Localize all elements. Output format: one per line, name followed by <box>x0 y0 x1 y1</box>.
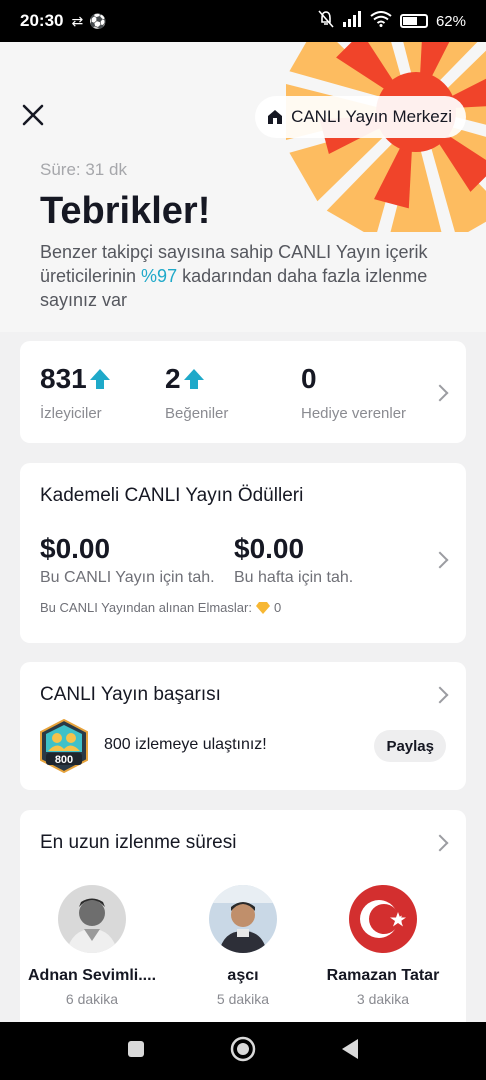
success-title: CANLI Yayın başarısı <box>40 684 221 705</box>
live-earnings-value: $0.00 <box>40 533 111 564</box>
arrow-up-icon <box>89 369 110 389</box>
notification-icon: ⇄ <box>71 12 84 29</box>
viewer-item[interactable]: Adnan Sevimli.... 6 dakika <box>17 885 167 1007</box>
stat-viewers: 831 İzleyiciler <box>40 363 111 422</box>
system-nav-bar <box>0 1022 486 1080</box>
avatar <box>209 885 277 953</box>
viewer-name: Ramazan Tatar <box>326 967 440 984</box>
viewer-name: Adnan Sevimli.... <box>27 967 157 984</box>
live-center-label: CANLI Yayın Merkezi <box>291 107 452 126</box>
battery-icon <box>399 14 428 28</box>
home-icon <box>268 110 283 124</box>
live-earnings-label: Bu CANLI Yayın için tah. <box>40 569 215 586</box>
diamonds-value: 0 <box>273 600 282 615</box>
back-button[interactable] <box>340 1038 360 1065</box>
viewer-duration: 6 dakika <box>65 991 119 1007</box>
arrow-up-icon <box>183 369 204 389</box>
circle-home-icon <box>230 1036 256 1061</box>
milestone-badge-icon: 800 <box>40 719 88 773</box>
avatar <box>58 885 126 953</box>
gifters-value: 0 <box>301 363 317 394</box>
wifi-icon <box>370 11 392 31</box>
diamond-icon <box>255 601 270 614</box>
live-duration: Süre: 31 dk <box>40 160 127 179</box>
close-button[interactable] <box>18 100 48 130</box>
summary-description: Benzer takipçi sayısına sahip CANLI Yayı… <box>40 242 428 310</box>
diamonds-row: Bu CANLI Yayından alınan Elmaslar: 0 <box>40 600 281 615</box>
stats-card[interactable]: 831 İzleyiciler 2 Beğeniler 0 Hediye ver… <box>20 341 466 443</box>
live-center-button[interactable]: CANLI Yayın Merkezi <box>255 96 466 138</box>
back-triangle-icon <box>342 1038 358 1059</box>
page-title: Tebrikler! <box>40 190 211 232</box>
viewer-duration: 3 dakika <box>356 991 410 1007</box>
longest-watch-card[interactable]: En uzun izlenme süresi Adnan Sevimli....… <box>20 810 466 1040</box>
square-icon <box>128 1040 144 1057</box>
share-button[interactable]: Paylaş <box>374 730 446 762</box>
mute-icon <box>318 10 334 32</box>
likes-label: Beğeniler <box>165 405 229 422</box>
avatar <box>349 885 417 953</box>
battery-percent: 62% <box>435 12 466 30</box>
recents-button[interactable] <box>126 1039 146 1064</box>
home-button[interactable] <box>230 1036 256 1067</box>
status-time: 20:30 <box>20 11 64 30</box>
percentile-value: %97 <box>141 266 178 286</box>
viewer-item[interactable]: Ramazan Tatar 3 dakika <box>308 885 458 1007</box>
soccer-icon: ⚽ <box>89 12 107 29</box>
chevron-right-icon <box>431 384 449 402</box>
stat-gifters: 0 Hediye verenler <box>301 363 406 422</box>
status-bar: 20:30 ⇄ ⚽ 62% <box>0 0 486 42</box>
chevron-right-icon <box>431 686 449 704</box>
rewards-title: Kademeli CANLI Yayın Ödülleri <box>40 485 304 506</box>
close-icon <box>22 104 44 126</box>
viewer-item[interactable]: aşcı 5 dakika <box>168 885 318 1007</box>
gifters-label: Hediye verenler <box>301 405 407 422</box>
viewers-value: 831 <box>40 363 87 394</box>
success-message: 800 izlemeye ulaştınız! <box>104 736 267 753</box>
badge-number: 800 <box>55 754 73 766</box>
live-success-card[interactable]: CANLI Yayın başarısı 800 800 izlemeye ul… <box>20 662 466 790</box>
week-earnings-value: $0.00 <box>234 533 305 564</box>
signal-icon <box>342 11 362 31</box>
chevron-right-icon <box>431 551 449 569</box>
viewer-name: aşcı <box>227 967 259 984</box>
viewers-label: İzleyiciler <box>40 405 102 422</box>
stat-likes: 2 Beğeniler <box>165 363 228 422</box>
diamonds-label: Bu CANLI Yayından alınan Elmaslar: <box>40 600 252 615</box>
watch-title: En uzun izlenme süresi <box>40 832 237 853</box>
chevron-right-icon <box>431 834 449 852</box>
week-earnings-label: Bu hafta için tah. <box>234 569 354 586</box>
viewer-duration: 5 dakika <box>216 991 270 1007</box>
rewards-card[interactable]: Kademeli CANLI Yayın Ödülleri $0.00 Bu C… <box>20 463 466 643</box>
likes-value: 2 <box>165 363 181 394</box>
